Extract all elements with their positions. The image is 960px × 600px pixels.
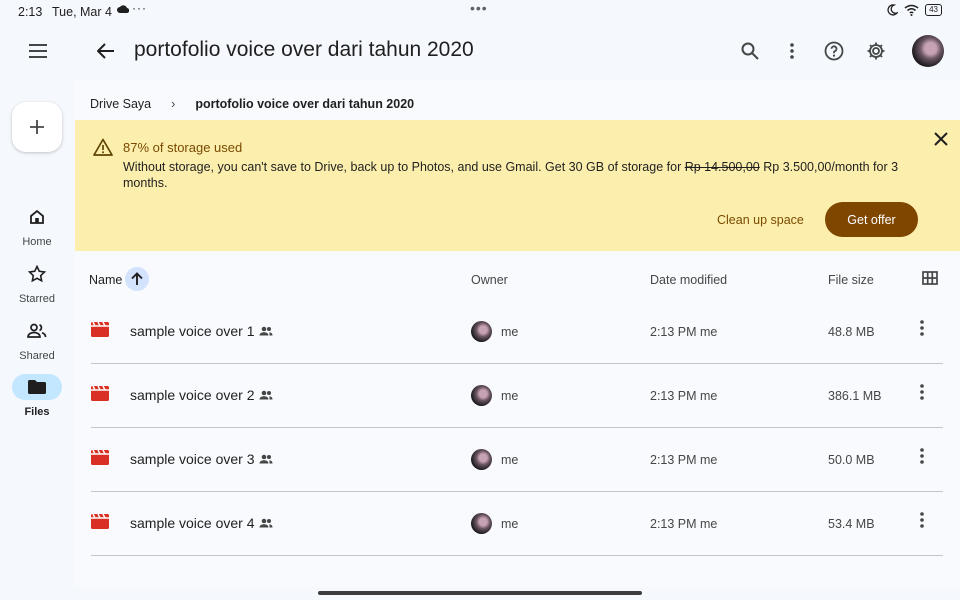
column-header-owner: Owner [471,273,508,287]
column-header-name[interactable]: Name [89,273,122,287]
more-vert-icon[interactable] [780,39,804,63]
more-vert-icon[interactable] [920,448,924,469]
close-icon[interactable] [934,132,948,151]
storage-warning-banner: 87% of storage used Without storage, you… [75,120,960,251]
menu-icon[interactable] [26,40,50,62]
file-row[interactable]: sample voice over 3 me 2:13 PM me 50.0 M… [91,428,943,492]
file-name-text: sample voice over 3 [130,451,255,467]
battery-indicator: 43 [925,4,942,16]
file-size: 48.8 MB [828,325,875,339]
shared-people-icon [259,454,273,464]
rail-item-home[interactable]: Home [0,204,74,248]
back-arrow-icon[interactable] [94,39,118,63]
get-offer-button[interactable]: Get offer [825,202,918,237]
shared-people-icon [259,390,273,400]
file-owner: me [501,453,519,467]
shared-people-icon [259,326,273,336]
file-owner: me [501,517,519,531]
sort-ascending-button[interactable] [125,267,149,291]
top-app-bar: portofolio voice over dari tahun 2020 [0,24,960,78]
column-header-size: File size [828,273,874,287]
owner-avatar [471,321,492,342]
file-name: sample voice over 1 [130,323,273,339]
file-name: sample voice over 4 [130,515,273,531]
status-bar: 2:13 Tue, Mar 4 ··· ••• 43 [0,0,960,24]
page-title: portofolio voice over dari tahun 2020 [134,38,474,61]
shared-people-icon [259,518,273,528]
banner-old-price: Rp 14.500,00 [684,160,760,174]
people-icon [0,318,74,344]
owner-avatar [471,513,492,534]
file-size: 53.4 MB [828,517,875,531]
file-date-modified: 2:13 PM me [650,453,718,467]
folder-icon [12,374,62,400]
clean-up-space-button[interactable]: Clean up space [707,203,814,237]
file-date-modified: 2:13 PM me [650,517,718,531]
navigation-rail: Home Starred Shared Files [0,78,74,588]
window-handle-dots[interactable]: ••• [470,0,488,16]
home-icon [0,204,74,230]
status-right: 43 [886,4,942,16]
cloud-icon [117,5,129,13]
file-row[interactable]: sample voice over 4 me 2:13 PM me 53.4 M… [91,492,943,556]
chevron-right-icon: › [171,97,176,111]
file-name-text: sample voice over 2 [130,387,255,403]
banner-message-text: Without storage, you can't save to Drive… [123,160,685,174]
file-name-text: sample voice over 1 [130,323,255,339]
help-icon[interactable] [822,39,846,63]
file-name: sample voice over 2 [130,387,273,403]
column-header-date: Date modified [650,273,728,287]
moon-icon [887,4,899,16]
warning-icon [93,138,113,161]
file-size: 50.0 MB [828,453,875,467]
file-date-modified: 2:13 PM me [650,325,718,339]
breadcrumb-root[interactable]: Drive Saya [90,97,151,111]
video-file-icon [91,513,109,534]
content-pane: Drive Saya › portofolio voice over dari … [75,79,960,587]
rail-label-starred: Starred [18,293,56,305]
rail-label-home: Home [22,236,52,248]
star-icon [0,261,74,287]
status-date: Tue, Mar 4 [52,5,112,19]
grid-view-icon[interactable] [922,271,938,288]
more-vert-icon[interactable] [920,320,924,341]
breadcrumb-current: portofolio voice over dari tahun 2020 [195,97,415,111]
breadcrumb: Drive Saya › portofolio voice over dari … [90,97,414,111]
new-fab-button[interactable] [12,102,62,152]
owner-avatar [471,385,492,406]
file-date-modified: 2:13 PM me [650,389,718,403]
banner-title: 87% of storage used [123,140,243,155]
wifi-icon [904,4,919,16]
banner-message: Without storage, you can't save to Drive… [123,159,923,191]
plus-icon [30,120,44,134]
arrow-up-icon [131,272,143,285]
file-name-text: sample voice over 4 [130,515,255,531]
file-size: 386.1 MB [828,389,882,403]
status-more-icon: ··· [132,1,147,15]
file-row[interactable]: sample voice over 2 me 2:13 PM me 386.1 … [91,364,943,428]
rail-item-starred[interactable]: Starred [0,261,74,305]
account-avatar[interactable] [912,35,944,67]
more-vert-icon[interactable] [920,384,924,405]
settings-gear-icon[interactable] [864,39,888,63]
rail-label-shared: Shared [19,350,55,362]
file-name: sample voice over 3 [130,451,273,467]
status-time: 2:13 [18,5,43,19]
file-owner: me [501,325,519,339]
more-vert-icon[interactable] [920,512,924,533]
rail-item-shared[interactable]: Shared [0,318,74,362]
gesture-navigation-bar[interactable] [318,591,642,595]
rail-label-files: Files [24,406,50,418]
video-file-icon [91,449,109,470]
file-owner: me [501,389,519,403]
file-list-header: Name Owner Date modified File size [75,267,960,293]
search-icon[interactable] [738,39,762,63]
file-row[interactable]: sample voice over 1 me 2:13 PM me 48.8 M… [91,300,943,364]
video-file-icon [91,321,109,342]
owner-avatar [471,449,492,470]
video-file-icon [91,385,109,406]
rail-item-files[interactable]: Files [0,374,74,418]
